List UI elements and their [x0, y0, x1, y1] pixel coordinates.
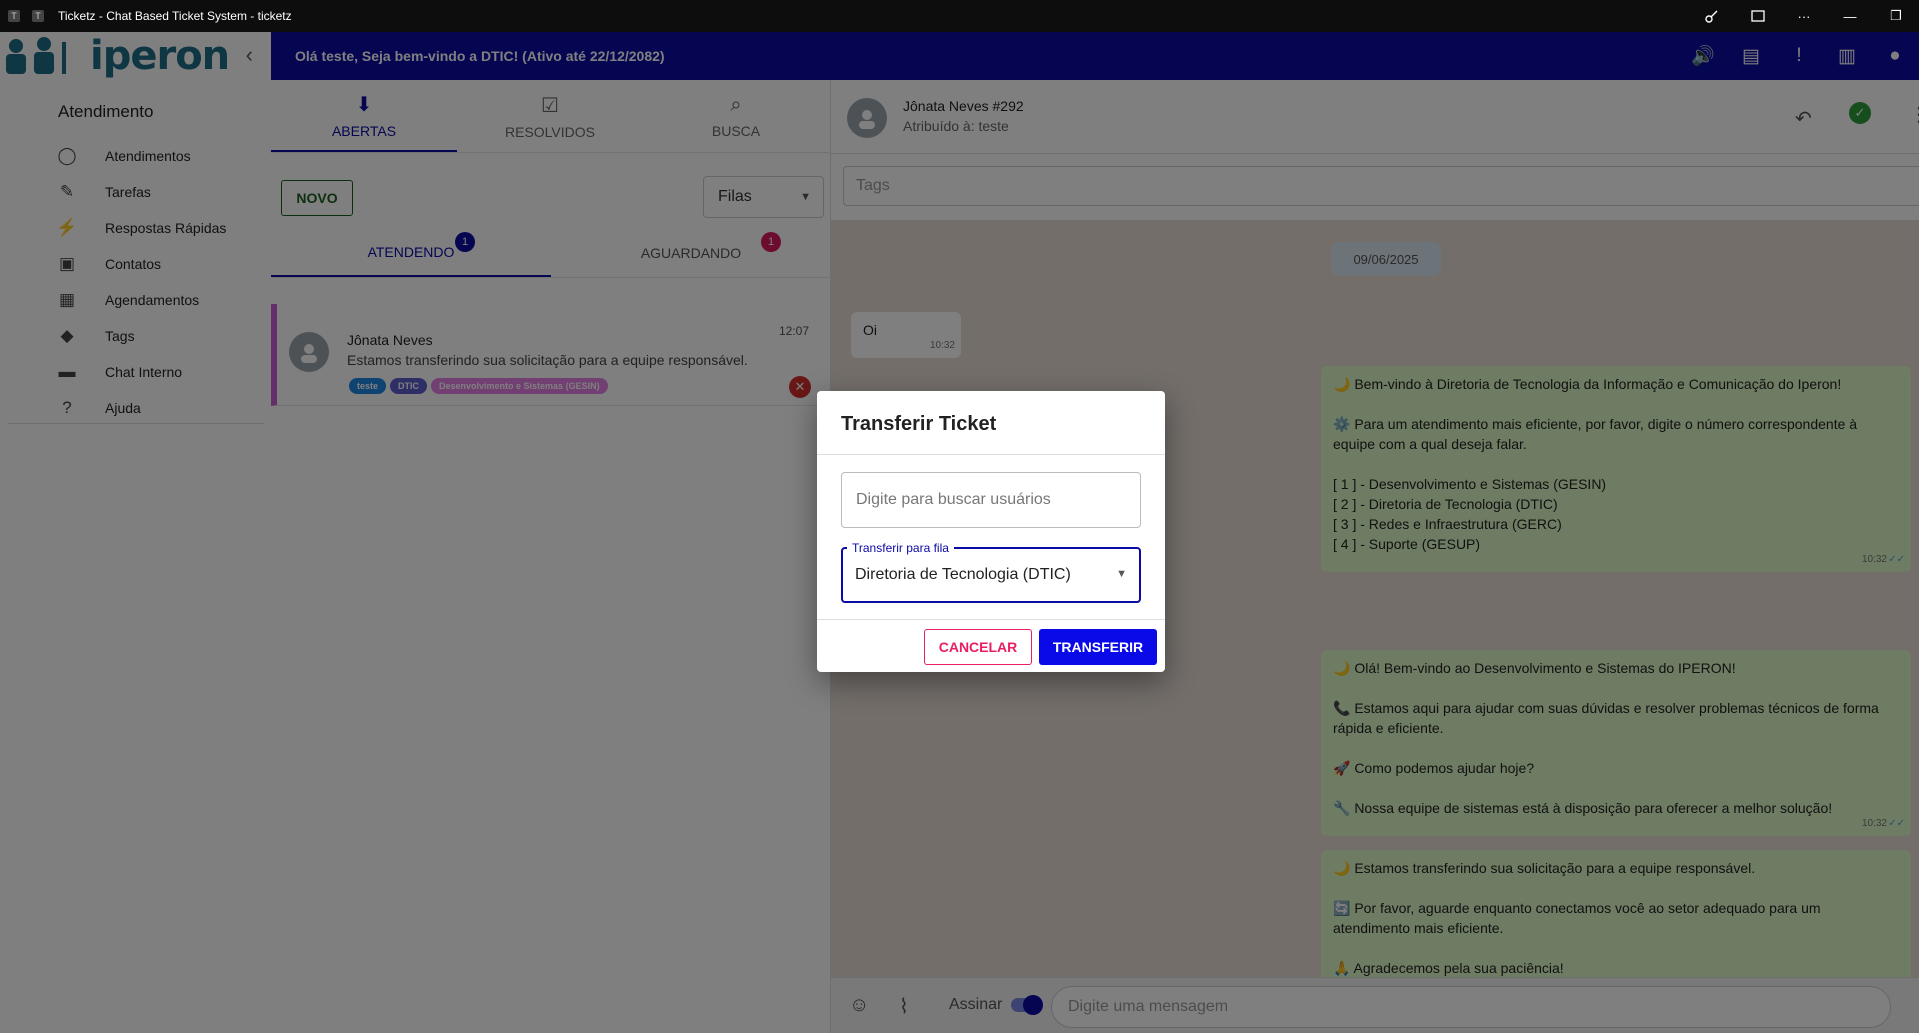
dialog-divider	[817, 619, 1165, 620]
queue-select[interactable]: Diretoria de Tecnologia (DTIC) ▼	[841, 547, 1141, 603]
dialog-divider	[817, 454, 1165, 455]
window-titlebar: T T Ticketz - Chat Based Ticket System -…	[0, 0, 1919, 32]
minimize-icon[interactable]: —	[1827, 0, 1873, 32]
transfer-button[interactable]: TRANSFERIR	[1039, 629, 1157, 665]
restore-icon[interactable]: ❐	[1873, 0, 1919, 32]
chevron-down-icon: ▼	[1116, 568, 1127, 580]
dialog-title: Transferir Ticket	[841, 413, 997, 435]
user-search-input[interactable]: Digite para buscar usuários	[841, 472, 1141, 528]
app-icon: T	[8, 10, 20, 22]
cancel-button[interactable]: CANCELAR	[924, 629, 1032, 665]
app-icon-secondary: T	[32, 10, 44, 22]
more-icon[interactable]: ···	[1781, 0, 1827, 32]
transfer-ticket-dialog: Transferir Ticket Digite para buscar usu…	[817, 391, 1165, 672]
window-title: Ticketz - Chat Based Ticket System - tic…	[58, 9, 292, 23]
queue-select-value: Diretoria de Tecnologia (DTIC)	[855, 566, 1071, 583]
key-icon[interactable]	[1689, 0, 1735, 32]
queue-select-label: Transferir para fila	[847, 541, 954, 555]
cast-icon[interactable]	[1735, 0, 1781, 32]
